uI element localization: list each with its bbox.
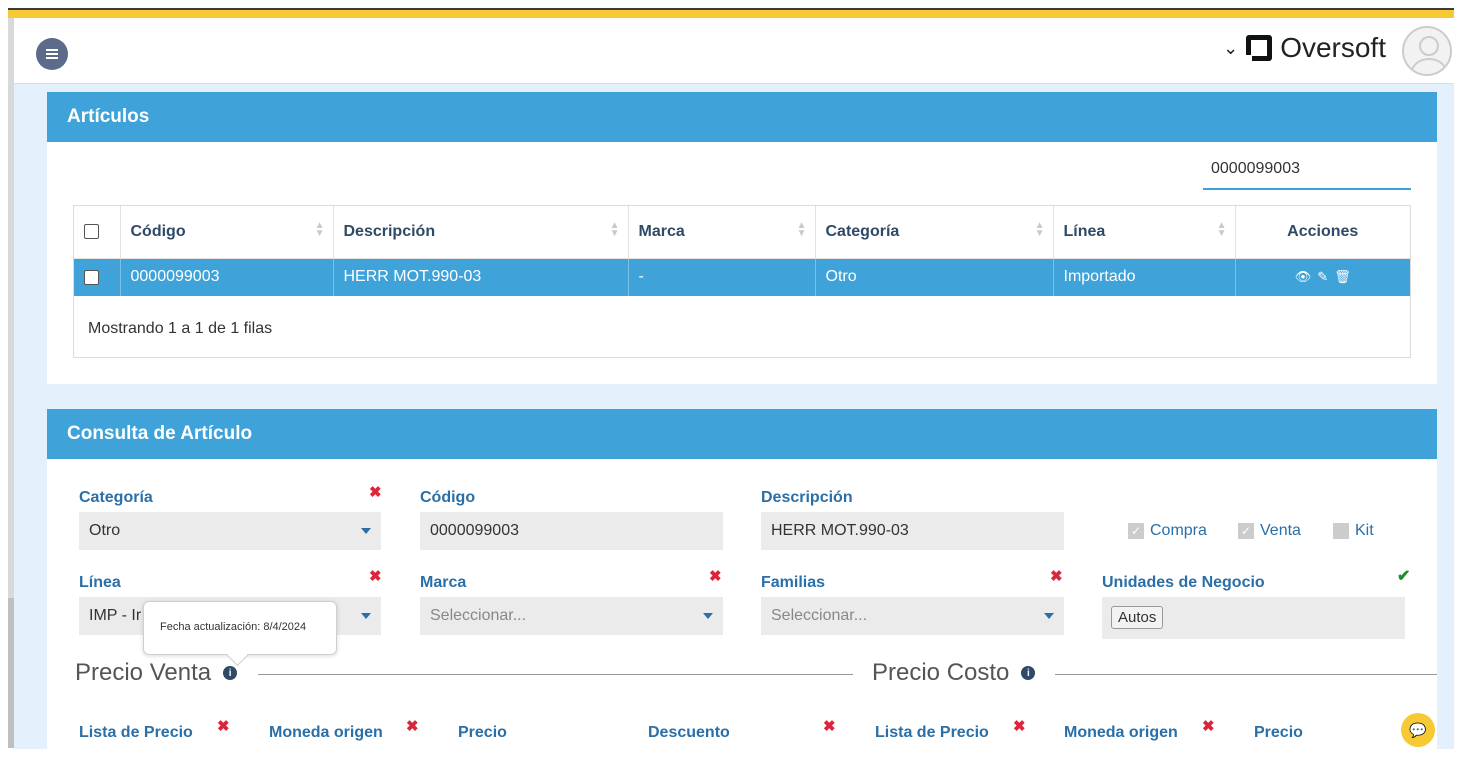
moneda-origen-venta-header: Moneda origen — [269, 724, 383, 741]
brand[interactable]: ⌄ Oversoft — [1223, 32, 1386, 64]
cell-codigo: 0000099003 — [120, 258, 334, 296]
sort-icon[interactable]: ▲ ▼ — [610, 221, 620, 239]
codigo-label: Código — [420, 489, 476, 506]
marca-select[interactable]: Seleccionar... — [420, 597, 723, 635]
marca-label: Marca — [420, 574, 467, 591]
chevron-down-icon[interactable] — [351, 512, 381, 550]
remove-icon[interactable]: ✖ — [1202, 717, 1215, 735]
row-select-cell[interactable] — [74, 258, 121, 296]
hamburger-icon — [46, 53, 58, 55]
categoria-select[interactable]: Otro — [79, 512, 381, 550]
consulta-panel: Consulta de Artículo Categoría ✖ Otro Có… — [47, 409, 1437, 749]
oversoft-logo-icon — [1244, 35, 1273, 63]
unidades-label: Unidades de Negocio — [1102, 574, 1265, 591]
cell-linea: Importado — [1053, 258, 1236, 296]
search-input[interactable]: 0000099003 — [1203, 152, 1411, 190]
precio-costo-header: Precio — [1254, 724, 1303, 741]
familias-label: Familias — [761, 574, 826, 591]
info-icon[interactable]: i — [1021, 666, 1036, 680]
chevron-down-icon[interactable] — [693, 597, 723, 635]
chat-button[interactable]: 💬 — [1401, 713, 1435, 747]
menu-button[interactable] — [36, 38, 68, 70]
consulta-title: Consulta de Artículo — [47, 409, 1437, 459]
linea-clear-icon[interactable]: ✖ — [369, 567, 382, 585]
unidades-field[interactable]: Autos — [1102, 597, 1405, 639]
chevron-down-icon[interactable]: ⌄ — [1223, 38, 1238, 59]
articulos-panel: Artículos 0000099003 Código ▲ ▼ Descripció… — [47, 92, 1437, 384]
empty-box-icon — [1333, 523, 1349, 539]
chat-icon: 💬 — [1409, 721, 1427, 738]
familias-clear-icon[interactable]: ✖ — [1050, 567, 1063, 585]
table-row[interactable]: 0000099003 HERR MOT.990-03 - Otro Import… — [74, 258, 1410, 296]
chevron-down-icon[interactable] — [1034, 597, 1064, 635]
unidades-tag[interactable]: Autos — [1111, 606, 1164, 629]
avatar[interactable] — [1402, 26, 1452, 76]
trash-icon[interactable]: 🗑 — [1334, 269, 1351, 285]
cell-categoria: Otro — [815, 258, 1054, 296]
top-accent-stripe — [8, 8, 1454, 18]
venta-checkbox[interactable]: ✓ Venta — [1238, 522, 1301, 540]
row-checkbox[interactable] — [84, 269, 99, 285]
fecha-tooltip: Fecha actualización: 8/4/2024 — [143, 601, 337, 655]
sort-icon[interactable]: ▲ ▼ — [797, 221, 807, 239]
remove-icon[interactable]: ✖ — [217, 717, 230, 735]
familias-select[interactable]: Seleccionar... — [761, 597, 1064, 635]
remove-icon[interactable]: ✖ — [823, 717, 836, 735]
select-all-checkbox[interactable] — [84, 224, 99, 240]
col-marca[interactable]: Marca ▲ ▼ — [628, 206, 816, 259]
remove-icon[interactable]: ✖ — [1013, 717, 1026, 735]
precio-costo-legend: Precio Costo i — [872, 659, 1036, 687]
cell-acciones: 👁 ✎ 🗑 — [1235, 258, 1410, 296]
select-all-cell[interactable] — [74, 206, 121, 259]
col-codigo[interactable]: Código ▲ ▼ — [120, 206, 334, 259]
sort-icon[interactable]: ▲ ▼ — [1217, 221, 1227, 239]
brand-name: Oversoft — [1280, 32, 1386, 63]
kit-checkbox[interactable]: Kit — [1333, 522, 1374, 540]
categoria-clear-icon[interactable]: ✖ — [369, 483, 382, 501]
linea-label: Línea — [79, 574, 121, 591]
check-icon: ✓ — [1128, 523, 1144, 539]
table-header-row: Código ▲ ▼ Descripción ▲ ▼ Marca ▲ ▼ Categoría… — [74, 206, 1410, 259]
lista-precio-costo-header: Lista de Precio — [875, 724, 989, 741]
marca-clear-icon[interactable]: ✖ — [709, 567, 722, 585]
sort-icon[interactable]: ▲ ▼ — [315, 221, 325, 239]
col-descripcion[interactable]: Descripción ▲ ▼ — [333, 206, 629, 259]
info-icon[interactable]: i — [223, 666, 238, 680]
moneda-origen-costo-header: Moneda origen — [1064, 724, 1178, 741]
lista-precio-venta-header: Lista de Precio — [79, 724, 193, 741]
articulos-table: Código ▲ ▼ Descripción ▲ ▼ Marca ▲ ▼ Categoría… — [73, 205, 1411, 358]
check-icon: ✔ — [1397, 568, 1411, 585]
compra-checkbox[interactable]: ✓ Compra — [1128, 522, 1207, 540]
col-linea[interactable]: Línea ▲ ▼ — [1053, 206, 1236, 259]
descripcion-label: Descripción — [761, 489, 853, 506]
edit-icon[interactable]: ✎ — [1317, 269, 1328, 285]
check-icon: ✓ — [1238, 523, 1254, 539]
col-categoria[interactable]: Categoría ▲ ▼ — [815, 206, 1054, 259]
table-footer: Mostrando 1 a 1 de 1 filas — [88, 320, 273, 337]
divider — [258, 674, 853, 675]
chevron-down-icon[interactable] — [351, 597, 381, 635]
cell-descripcion: HERR MOT.990-03 — [333, 258, 629, 296]
eye-icon[interactable]: 👁 — [1295, 269, 1312, 285]
remove-icon[interactable]: ✖ — [406, 717, 419, 735]
divider — [1055, 674, 1437, 675]
precio-venta-legend: Precio Venta i — [75, 659, 238, 687]
sort-icon[interactable]: ▲ ▼ — [1035, 221, 1045, 239]
cell-marca: - — [628, 258, 816, 296]
col-acciones: Acciones — [1235, 206, 1410, 259]
articulos-title: Artículos — [47, 92, 1437, 142]
app-header: ⌄ Oversoft — [14, 18, 1454, 84]
categoria-label: Categoría — [79, 489, 153, 506]
precio-venta-header: Precio — [458, 724, 507, 741]
descuento-header: Descuento — [648, 724, 730, 741]
descripcion-field[interactable]: HERR MOT.990-03 — [761, 512, 1064, 550]
codigo-field[interactable]: 0000099003 — [420, 512, 723, 550]
